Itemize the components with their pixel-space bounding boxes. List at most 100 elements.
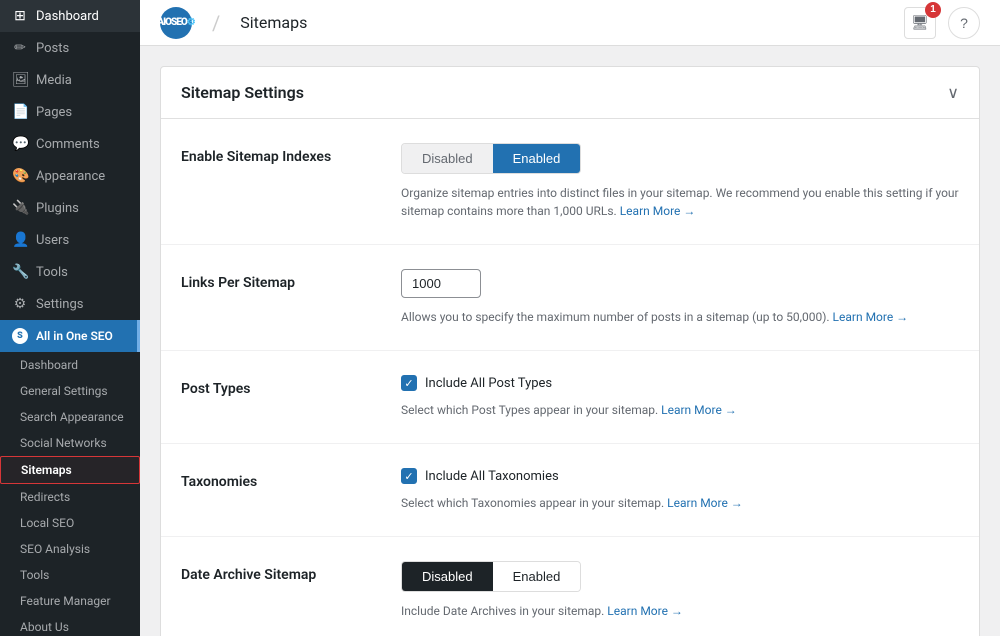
aioseo-sub-feature-manager[interactable]: Feature Manager [0, 588, 140, 614]
appearance-icon: 🎨 [12, 168, 28, 184]
comments-icon: 💬 [12, 136, 28, 152]
date-archive-enabled-button[interactable]: Enabled [493, 562, 581, 591]
top-bar-left: AIOSEO⚙ / Sitemaps [160, 7, 307, 39]
date-archive-description: Include Date Archives in your sitemap. L… [401, 602, 959, 620]
aioseo-sub-about-us[interactable]: About Us [0, 614, 140, 636]
wp-sidebar: ⊞ Dashboard ✏ Posts 🖼 Media 📄 Pages 💬 Co… [0, 0, 140, 636]
top-bar-right: 🖥 1 ? [904, 7, 980, 39]
taxonomies-learn-more[interactable]: Learn More → [667, 496, 743, 510]
sidebar-item-comments[interactable]: 💬 Comments [0, 128, 140, 160]
notification-icon: 🖥 [911, 14, 929, 31]
sitemap-indexes-disabled-button[interactable]: Disabled [402, 144, 493, 173]
taxonomies-label: Taxonomies [181, 468, 361, 490]
taxonomies-checkbox-label: Include All Taxonomies [425, 469, 559, 484]
sidebar-item-settings[interactable]: ⚙ Settings [0, 288, 140, 320]
sidebar-item-pages[interactable]: 📄 Pages [0, 96, 140, 128]
taxonomies-description: Select which Taxonomies appear in your s… [401, 494, 959, 512]
sidebar-item-label: Appearance [36, 169, 105, 184]
plugins-icon: 🔌 [12, 200, 28, 216]
post-types-description: Select which Post Types appear in your s… [401, 401, 959, 419]
sidebar-item-media[interactable]: 🖼 Media [0, 64, 140, 96]
post-types-label: Post Types [181, 375, 361, 397]
sidebar-item-label: Posts [36, 41, 69, 56]
sidebar-item-label: Settings [36, 297, 83, 312]
post-types-checkbox[interactable]: ✓ [401, 375, 417, 391]
pages-icon: 📄 [12, 104, 28, 120]
help-icon: ? [960, 15, 968, 31]
sidebar-item-dashboard[interactable]: ⊞ Dashboard [0, 0, 140, 32]
links-per-sitemap-description: Allows you to specify the maximum number… [401, 308, 959, 326]
settings-icon: ⚙ [12, 296, 28, 312]
notifications-button[interactable]: 🖥 1 [904, 7, 936, 39]
sitemap-indexes-content: Disabled Enabled Organize sitemap entrie… [401, 143, 959, 220]
users-icon: 👤 [12, 232, 28, 248]
settings-card-title: Sitemap Settings [181, 83, 304, 102]
aioseo-label: All in One SEO [36, 329, 113, 343]
chevron-down-icon[interactable]: ∨ [947, 83, 959, 102]
sitemap-indexes-enabled-button[interactable]: Enabled [493, 144, 581, 173]
date-archive-label: Date Archive Sitemap [181, 561, 361, 583]
sidebar-item-posts[interactable]: ✏ Posts [0, 32, 140, 64]
links-per-sitemap-input[interactable] [401, 269, 481, 298]
post-types-learn-more[interactable]: Learn More → [661, 403, 737, 417]
sidebar-item-label: Tools [36, 265, 68, 280]
links-per-sitemap-row: Links Per Sitemap Allows you to specify … [161, 245, 979, 351]
settings-card-header: Sitemap Settings ∨ [161, 67, 979, 119]
aioseo-submenu: Dashboard General Settings Search Appear… [0, 352, 140, 636]
links-per-sitemap-content: Allows you to specify the maximum number… [401, 269, 959, 326]
media-icon: 🖼 [12, 72, 28, 88]
post-types-row: Post Types ✓ Include All Post Types Sele… [161, 351, 979, 444]
aioseo-sub-sitemaps[interactable]: Sitemaps [0, 456, 140, 484]
sidebar-item-tools[interactable]: 🔧 Tools [0, 256, 140, 288]
date-archive-content: Disabled Enabled Include Date Archives i… [401, 561, 959, 620]
taxonomies-checkbox-row: ✓ Include All Taxonomies [401, 468, 959, 484]
taxonomies-checkbox[interactable]: ✓ [401, 468, 417, 484]
date-archive-row: Date Archive Sitemap Disabled Enabled In… [161, 537, 979, 636]
aioseo-sub-search-appearance[interactable]: Search Appearance [0, 404, 140, 430]
aioseo-sub-general-settings[interactable]: General Settings [0, 378, 140, 404]
post-types-content: ✓ Include All Post Types Select which Po… [401, 375, 959, 419]
sidebar-item-plugins[interactable]: 🔌 Plugins [0, 192, 140, 224]
aioseo-sub-social-networks[interactable]: Social Networks [0, 430, 140, 456]
aioseo-sub-seo-analysis[interactable]: SEO Analysis [0, 536, 140, 562]
main-wrapper: AIOSEO⚙ / Sitemaps 🖥 1 ? Sitemap Setting… [140, 0, 1000, 636]
post-types-checkbox-row: ✓ Include All Post Types [401, 375, 959, 391]
date-archive-disabled-button[interactable]: Disabled [402, 562, 493, 591]
sidebar-item-label: Pages [36, 105, 72, 120]
date-archive-learn-more[interactable]: Learn More → [607, 604, 683, 618]
aioseo-sub-local-seo[interactable]: Local SEO [0, 510, 140, 536]
aioseo-sub-tools[interactable]: Tools [0, 562, 140, 588]
sidebar-item-label: Media [36, 73, 72, 88]
links-per-sitemap-learn-more[interactable]: Learn More → [833, 310, 909, 324]
aioseo-sub-redirects[interactable]: Redirects [0, 484, 140, 510]
sidebar-item-aioseo[interactable]: S All in One SEO [0, 320, 140, 352]
top-bar: AIOSEO⚙ / Sitemaps 🖥 1 ? [140, 0, 1000, 46]
sidebar-item-users[interactable]: 👤 Users [0, 224, 140, 256]
sidebar-item-label: Comments [36, 137, 100, 152]
post-types-checkbox-label: Include All Post Types [425, 376, 552, 391]
posts-icon: ✏ [12, 40, 28, 56]
sitemap-indexes-toggle: Disabled Enabled [401, 143, 581, 174]
content-area: Sitemap Settings ∨ Enable Sitemap Indexe… [140, 46, 1000, 636]
sidebar-item-label: Users [36, 233, 69, 248]
date-archive-toggle: Disabled Enabled [401, 561, 581, 592]
taxonomies-content: ✓ Include All Taxonomies Select which Ta… [401, 468, 959, 512]
sidebar-item-label: Dashboard [36, 9, 99, 24]
notification-badge: 1 [925, 2, 941, 18]
page-divider: / [212, 11, 220, 35]
sitemap-indexes-description: Organize sitemap entries into distinct f… [401, 184, 959, 220]
sidebar-item-appearance[interactable]: 🎨 Appearance [0, 160, 140, 192]
sitemap-indexes-label: Enable Sitemap Indexes [181, 143, 361, 165]
sitemap-indexes-learn-more[interactable]: Learn More → [620, 204, 696, 218]
sidebar-item-label: Plugins [36, 201, 79, 216]
aioseo-logo: AIOSEO⚙ [160, 7, 192, 39]
page-title: Sitemaps [240, 13, 307, 32]
sitemap-settings-card: Sitemap Settings ∨ Enable Sitemap Indexe… [160, 66, 980, 636]
links-per-sitemap-label: Links Per Sitemap [181, 269, 361, 291]
aioseo-icon: S [12, 328, 28, 344]
help-button[interactable]: ? [948, 7, 980, 39]
dashboard-icon: ⊞ [12, 8, 28, 24]
taxonomies-row: Taxonomies ✓ Include All Taxonomies Sele… [161, 444, 979, 537]
aioseo-sub-dashboard[interactable]: Dashboard [0, 352, 140, 378]
tools-icon: 🔧 [12, 264, 28, 280]
